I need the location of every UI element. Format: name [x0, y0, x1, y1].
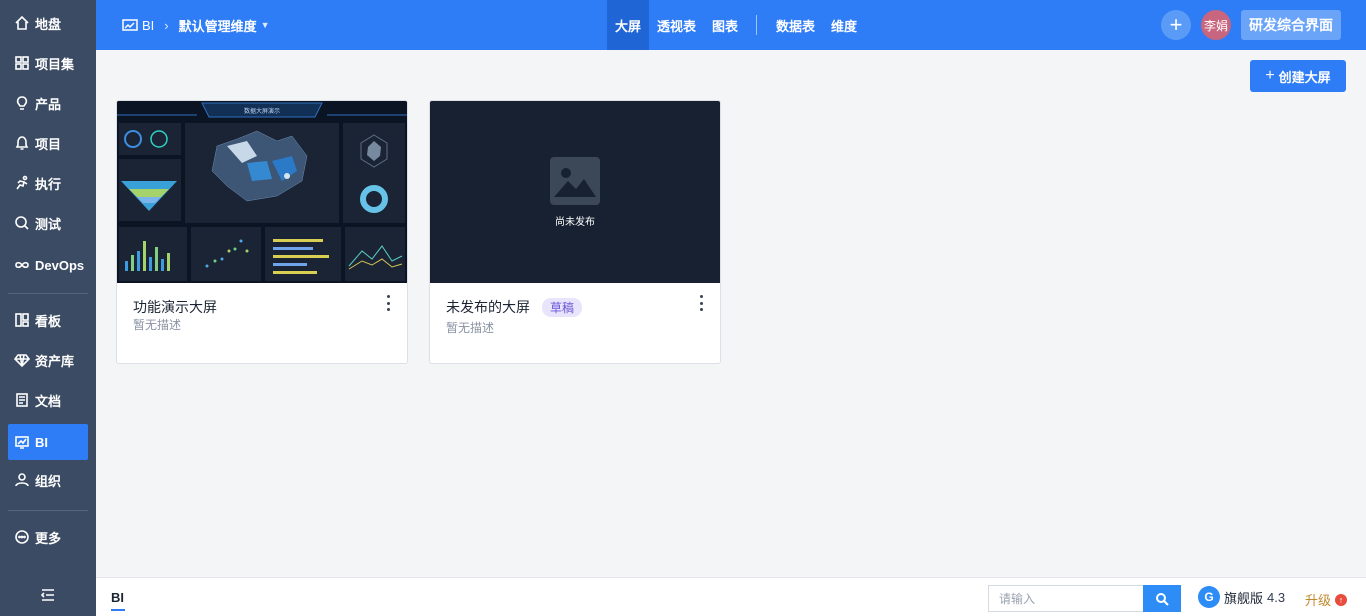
- footer-tab-indicator: [111, 609, 125, 611]
- more-circle-icon: [13, 528, 31, 546]
- sidebar-item-org[interactable]: 组织: [8, 462, 88, 498]
- grid-icon: [13, 54, 31, 72]
- upgrade-arrow-icon: ↑: [1335, 593, 1348, 606]
- search-button[interactable]: [1143, 585, 1181, 612]
- search-circle-icon: [13, 214, 31, 232]
- more-vertical-icon[interactable]: [696, 295, 706, 311]
- edition-version: 4.3: [1267, 589, 1286, 605]
- sidebar-item-program[interactable]: 项目集: [8, 45, 88, 81]
- sidebar-item-label: BI: [35, 434, 48, 450]
- sidebar-item-label: 看板: [35, 313, 62, 329]
- sidebar-item-dashboard[interactable]: 地盘: [8, 5, 88, 41]
- caret-down-icon[interactable]: ▼: [261, 20, 270, 30]
- user-icon: [13, 471, 31, 489]
- sidebar-divider: [8, 293, 88, 294]
- product-switch-button[interactable]: 研发综合界面: [1241, 10, 1341, 40]
- top-header: BI › 默认管理维度 ▼ 大屏 透视表 图表 数据表 维度 + 李娟 研发综合…: [96, 0, 1366, 50]
- tab-chart[interactable]: 图表: [704, 0, 746, 50]
- collapse-sidebar-button[interactable]: [38, 585, 58, 605]
- sidebar: 地盘 项目集 产品 项目 执行 测试 DevOps 看板 资产库 文档 BI 组…: [0, 0, 96, 616]
- sidebar-item-label: 文档: [35, 393, 62, 409]
- screen-card-desc: 暂无描述: [133, 318, 182, 332]
- screen-card-desc: 暂无描述: [446, 321, 495, 335]
- tab-pivot[interactable]: 透视表: [649, 0, 704, 50]
- sidebar-item-label: 项目: [35, 136, 62, 152]
- dimension-selector[interactable]: 默认管理维度: [179, 16, 257, 35]
- screen-card[interactable]: 数据大屏演示 功能演示大屏 暂无描述: [116, 100, 408, 364]
- lightbulb-icon: [13, 94, 31, 112]
- tab-divider: [756, 15, 757, 35]
- edition-name: 旗舰版: [1224, 590, 1264, 606]
- menu-collapse-icon: [40, 589, 54, 601]
- diamond-icon: [13, 351, 31, 369]
- tab-datatable[interactable]: 数据表: [768, 0, 823, 50]
- sidebar-divider: [8, 510, 88, 511]
- sidebar-item-label: 组织: [35, 473, 62, 489]
- avatar[interactable]: 李娟: [1201, 10, 1231, 40]
- sidebar-item-label: DevOps: [35, 257, 85, 273]
- home-icon: [13, 14, 31, 32]
- screen-card[interactable]: 尚未发布 未发布的大屏 草稿 暂无描述: [429, 100, 721, 364]
- run-icon: [13, 174, 31, 192]
- plus-icon: +: [1265, 67, 1275, 84]
- unpublished-caption: 尚未发布: [555, 217, 595, 228]
- document-icon: [13, 391, 31, 409]
- more-vertical-icon[interactable]: [383, 295, 393, 311]
- screen-thumbnail[interactable]: 尚未发布: [430, 101, 720, 283]
- screen-card-title[interactable]: 未发布的大屏 草稿: [446, 297, 583, 317]
- edition-info: G 旗舰版 4.3: [1198, 586, 1285, 608]
- search-input[interactable]: [988, 585, 1143, 612]
- search-icon: [1156, 592, 1169, 606]
- sidebar-item-label: 地盘: [35, 16, 62, 32]
- dashboard-preview-image: 数据大屏演示: [117, 101, 407, 283]
- tab-screen[interactable]: 大屏: [607, 0, 650, 50]
- upgrade-link[interactable]: 升级 ↑: [1305, 590, 1348, 609]
- tab-dimension[interactable]: 维度: [823, 0, 865, 50]
- sidebar-item-label: 更多: [35, 530, 62, 546]
- sidebar-item-bi[interactable]: BI: [8, 424, 88, 460]
- thumbnail-caption: 数据大屏演示: [244, 107, 280, 115]
- sidebar-item-label: 项目集: [35, 56, 75, 72]
- sidebar-item-more[interactable]: 更多: [8, 519, 88, 555]
- screen-thumbnail[interactable]: 数据大屏演示: [117, 101, 407, 283]
- screen-title-text: 未发布的大屏: [446, 299, 530, 315]
- sidebar-item-product[interactable]: 产品: [8, 85, 88, 121]
- sidebar-item-label: 执行: [35, 176, 62, 192]
- quick-add-button[interactable]: +: [1161, 10, 1191, 40]
- zentao-logo-icon: G: [1198, 586, 1220, 608]
- breadcrumb-module[interactable]: BI: [142, 18, 154, 33]
- sidebar-item-test[interactable]: 测试: [8, 205, 88, 241]
- sidebar-item-devops[interactable]: DevOps: [8, 247, 88, 283]
- sidebar-item-label: 资产库: [35, 353, 75, 369]
- sidebar-item-docs[interactable]: 文档: [8, 382, 88, 418]
- sidebar-item-label: 产品: [35, 96, 62, 112]
- sidebar-item-assets[interactable]: 资产库: [8, 342, 88, 378]
- sidebar-item-label: 测试: [35, 216, 62, 232]
- sidebar-item-execution[interactable]: 执行: [8, 165, 88, 201]
- footer-tab-bi[interactable]: BI: [111, 590, 124, 605]
- create-screen-button[interactable]: + 创建大屏: [1250, 60, 1346, 92]
- screen-title-text: 功能演示大屏: [133, 299, 217, 315]
- sidebar-item-project[interactable]: 项目: [8, 125, 88, 161]
- upgrade-label: 升级: [1305, 593, 1332, 608]
- breadcrumb: BI › 默认管理维度 ▼: [122, 0, 270, 50]
- sidebar-item-kanban[interactable]: 看板: [8, 302, 88, 338]
- chevron-right-icon: ›: [164, 17, 169, 33]
- image-placeholder-icon: [550, 157, 600, 205]
- kanban-icon: [13, 311, 31, 329]
- bell-icon: [13, 134, 31, 152]
- status-badge: 草稿: [542, 297, 583, 317]
- infinity-icon: [13, 256, 31, 274]
- screen-card-title[interactable]: 功能演示大屏: [133, 297, 217, 317]
- monitor-chart-icon: [122, 17, 142, 33]
- monitor-chart-icon: [13, 433, 31, 451]
- create-screen-label: 创建大屏: [1278, 69, 1331, 85]
- footer-bar: BI G 旗舰版 4.3 升级 ↑: [96, 577, 1366, 616]
